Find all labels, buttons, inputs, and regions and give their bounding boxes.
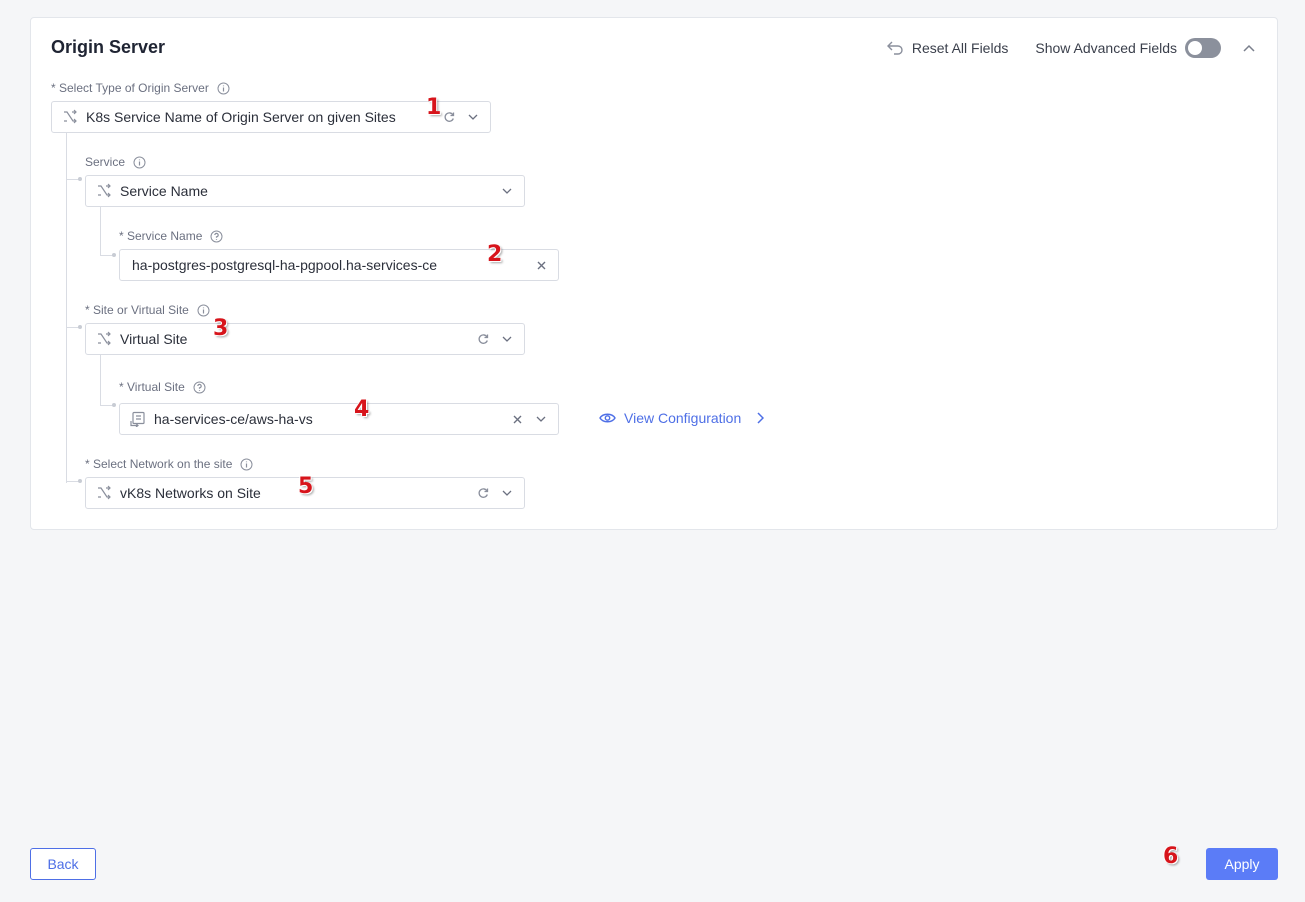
toggle-knob [1188, 41, 1202, 55]
chevron-down-icon[interactable] [500, 184, 514, 198]
annotation-marker-5: 5 [298, 474, 314, 499]
choice-branch-icon [96, 183, 112, 199]
network-label: * Select Network on the site [85, 457, 233, 471]
chevron-down-icon[interactable] [500, 332, 514, 346]
service-name-value: ha-postgres-postgresql-ha-pgpool.ha-serv… [132, 257, 438, 273]
advanced-fields-toggle[interactable] [1185, 38, 1221, 58]
info-icon [217, 82, 230, 95]
origin-type-label-group: * Select Type of Origin Server [51, 81, 230, 95]
annotation-marker-3: 3 [213, 316, 229, 341]
service-select[interactable]: Service Name [85, 175, 525, 207]
back-button[interactable]: Back [30, 848, 96, 880]
refresh-icon[interactable] [476, 486, 490, 500]
virtual-site-label-group: * Virtual Site [119, 380, 206, 394]
reset-label: Reset All Fields [911, 40, 1009, 56]
service-label-group: Service [85, 155, 146, 169]
origin-type-value: K8s Service Name of Origin Server on giv… [86, 109, 396, 125]
service-value: Service Name [120, 183, 208, 199]
virtual-site-value: ha-services-ce/aws-ha-vs [154, 411, 313, 427]
chevron-down-icon[interactable] [466, 110, 480, 124]
advanced-fields-toggle-group: Show Advanced Fields [1035, 38, 1221, 58]
service-label: Service [85, 155, 126, 169]
info-icon [240, 458, 253, 471]
tree-dot [112, 253, 116, 257]
advanced-fields-label: Show Advanced Fields [1035, 40, 1177, 56]
help-icon [210, 230, 223, 243]
tree-line-site [100, 355, 101, 405]
annotation-marker-2: 2 [487, 242, 503, 267]
virtual-site-select[interactable]: ha-services-ce/aws-ha-vs [119, 403, 559, 435]
apply-button[interactable]: Apply [1206, 848, 1278, 880]
tree-dot [78, 479, 82, 483]
chevron-down-icon[interactable] [534, 412, 548, 426]
choice-branch-icon [62, 109, 78, 125]
choice-branch-icon [96, 485, 112, 501]
object-reference-icon [130, 411, 146, 427]
origin-type-select[interactable]: K8s Service Name of Origin Server on giv… [51, 101, 491, 133]
chevron-down-icon[interactable] [500, 486, 514, 500]
info-icon [133, 156, 146, 169]
annotation-marker-6: 6 [1163, 844, 1179, 869]
refresh-icon[interactable] [476, 332, 490, 346]
service-name-label: * Service Name [119, 229, 203, 243]
site-or-virtual-label-group: * Site or Virtual Site [85, 303, 210, 317]
chevron-right-icon [753, 411, 767, 425]
clear-icon[interactable] [510, 412, 524, 426]
header-actions: Reset All Fields Show Advanced Fields [886, 37, 1257, 59]
undo-icon [886, 40, 904, 56]
tree-line-main [66, 133, 67, 483]
refresh-icon[interactable] [442, 110, 456, 124]
site-or-virtual-label: * Site or Virtual Site [85, 303, 189, 317]
collapse-chevron-up-icon[interactable] [1241, 40, 1257, 56]
section-title: Origin Server [51, 37, 166, 57]
site-or-virtual-value: Virtual Site [120, 331, 188, 347]
info-icon [197, 304, 210, 317]
tree-dot [78, 177, 82, 181]
view-configuration-label: View Configuration [624, 410, 742, 426]
eye-icon [598, 411, 616, 425]
clear-icon[interactable] [534, 258, 548, 272]
virtual-site-label: * Virtual Site [119, 380, 185, 394]
origin-type-label: * Select Type of Origin Server [51, 81, 209, 95]
annotation-marker-1: 1 [426, 95, 442, 120]
network-label-group: * Select Network on the site [85, 457, 253, 471]
help-icon [193, 381, 206, 394]
reset-all-fields-button[interactable]: Reset All Fields [886, 40, 1008, 56]
tree-dot [112, 403, 116, 407]
site-or-virtual-select[interactable]: Virtual Site [85, 323, 525, 355]
tree-dot [78, 325, 82, 329]
service-name-label-group: * Service Name [119, 229, 223, 243]
tree-line-service [100, 207, 101, 255]
view-configuration-link[interactable]: View Configuration [598, 410, 767, 426]
choice-branch-icon [96, 331, 112, 347]
annotation-marker-4: 4 [354, 397, 370, 422]
